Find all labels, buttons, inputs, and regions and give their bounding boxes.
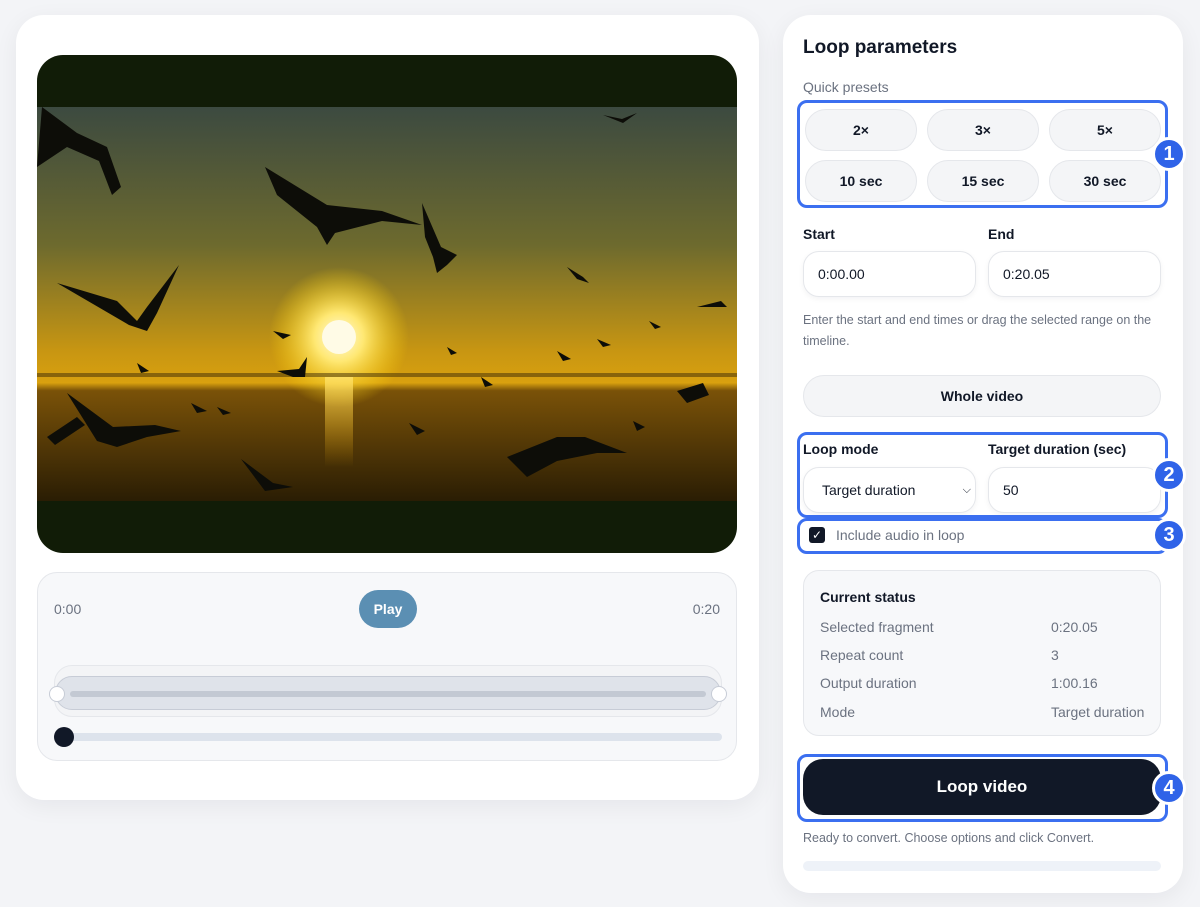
annotation-badge: 2 bbox=[1152, 458, 1186, 492]
status-value: 3 bbox=[1051, 647, 1059, 663]
quick-presets-label: Quick presets bbox=[803, 79, 889, 95]
timeline-track[interactable] bbox=[49, 665, 727, 717]
selected-range[interactable] bbox=[49, 676, 727, 710]
whole-video-button[interactable]: Whole video bbox=[803, 375, 1161, 417]
range-end-handle[interactable] bbox=[711, 686, 727, 702]
annotation-badge: 1 bbox=[1152, 137, 1186, 171]
range-hint: Enter the start and end times or drag th… bbox=[803, 313, 1152, 348]
end-label: End bbox=[988, 226, 1015, 242]
range-start-handle[interactable] bbox=[49, 686, 65, 702]
panel-title: Loop parameters bbox=[803, 37, 958, 58]
status-key: Repeat count bbox=[820, 647, 904, 663]
video-card: 0:00 Play 0:20 bbox=[16, 15, 759, 800]
status-key: Selected fragment bbox=[820, 619, 934, 635]
video-frame-image bbox=[37, 107, 737, 501]
end-time-input[interactable] bbox=[988, 251, 1161, 297]
audio-highlight bbox=[797, 518, 1168, 554]
range-line bbox=[70, 691, 706, 697]
current-status-box: Current status Selected fragment 0:20.05… bbox=[803, 570, 1161, 736]
play-button[interactable]: Play bbox=[359, 590, 417, 628]
playback-scrubber[interactable] bbox=[54, 727, 722, 747]
loop-button-highlight bbox=[797, 754, 1168, 822]
total-time: 0:20 bbox=[692, 601, 720, 617]
annotation-badge: 3 bbox=[1152, 518, 1186, 552]
video-preview[interactable] bbox=[37, 55, 737, 553]
status-value: 0:20.05 bbox=[1051, 619, 1098, 635]
presets-highlight bbox=[797, 100, 1168, 208]
current-time: 0:00 bbox=[54, 601, 82, 617]
status-key: Output duration bbox=[820, 675, 917, 691]
status-value: 1:00.16 bbox=[1051, 675, 1098, 691]
annotation-badge: 4 bbox=[1152, 771, 1186, 805]
loop-mode-highlight bbox=[797, 432, 1168, 518]
ready-status-text: Ready to convert. Choose options and cli… bbox=[803, 831, 1095, 845]
conversion-progress-bar bbox=[803, 861, 1161, 871]
start-label: Start bbox=[803, 226, 835, 242]
status-title: Current status bbox=[820, 589, 916, 605]
status-key: Mode bbox=[820, 704, 856, 720]
status-value: Target duration bbox=[1051, 704, 1145, 720]
start-time-input[interactable] bbox=[803, 251, 976, 297]
playhead-knob[interactable] bbox=[54, 727, 74, 747]
player-controls: 0:00 Play 0:20 bbox=[37, 572, 737, 761]
